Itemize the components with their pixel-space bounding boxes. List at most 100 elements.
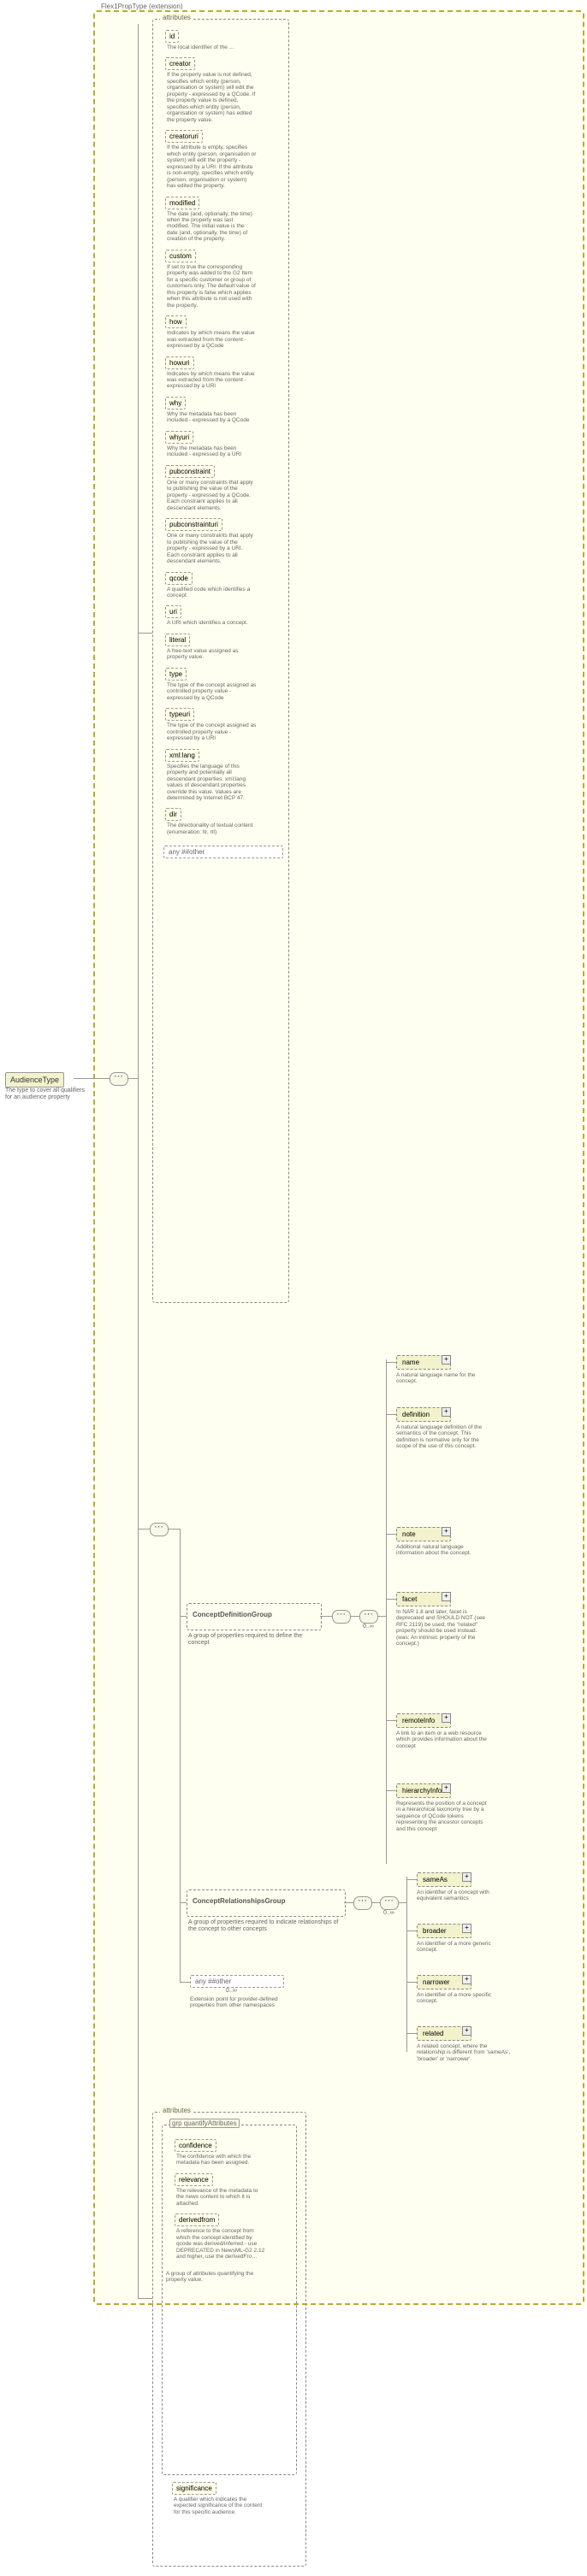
attr-pubconstrainturi: pubconstrainturi xyxy=(165,518,222,531)
attr-derivedfrom: derivedfrom xyxy=(175,2213,219,2226)
attributes-title: attributes xyxy=(160,14,193,21)
attr-desc: One or many constraints that apply to pu… xyxy=(163,480,260,516)
attr-desc: A URI which identifies a concept. xyxy=(163,620,260,631)
attr-id: id xyxy=(165,30,179,43)
attr-relevance: relevance xyxy=(175,2173,213,2186)
expand-icon[interactable]: + xyxy=(442,1355,451,1365)
attr-custom: custom xyxy=(165,250,196,262)
root-desc: The type to cover all qualifiers for an … xyxy=(5,1088,91,1102)
occurrence: 0..∞ xyxy=(383,1910,394,1916)
concept-def-group-desc: A group of properties required to define… xyxy=(188,1633,317,1648)
quantify-grp-desc: A group of attributes quantifying the pr… xyxy=(163,2267,259,2289)
occurrence: 0..∞ xyxy=(363,1624,374,1630)
attr-desc: If the property value is not defined, sp… xyxy=(163,72,260,128)
connector-line xyxy=(386,1790,396,1791)
attr-desc: The type of the concept assigned as cont… xyxy=(163,722,260,746)
expand-icon[interactable]: + xyxy=(442,1783,451,1793)
connector-line xyxy=(127,1078,138,1079)
ext-point-desc: Extension point for provider-defined pro… xyxy=(190,1996,284,2009)
choice-connector xyxy=(380,1896,399,1910)
attr-howuri: howuri xyxy=(165,357,194,369)
element-desc: A related concept, where the relationshi… xyxy=(417,2043,511,2062)
expand-icon[interactable]: + xyxy=(442,1713,451,1723)
attr-significance-desc: A qualifier which indicates the expected… xyxy=(170,2496,267,2520)
concept-rel-group-title: ConceptRelationshipsGroup xyxy=(187,1890,345,1912)
sequence-connector xyxy=(353,1896,372,1910)
connector-line xyxy=(406,1982,417,1983)
attr-desc: Why the metadata has been included - exp… xyxy=(163,445,260,463)
expand-icon[interactable]: + xyxy=(442,1407,451,1417)
element-desc: Additional natural language information … xyxy=(396,1544,490,1557)
attr-desc: If the attribute is empty, specifies whi… xyxy=(163,144,260,194)
sequence-connector xyxy=(110,1072,128,1086)
concept-def-group-box: ConceptDefinitionGroup xyxy=(187,1603,322,1630)
connector-line xyxy=(138,2298,152,2299)
element-desc: A natural language name for the concept. xyxy=(396,1372,490,1385)
attr-desc: Indicates by which means the value was e… xyxy=(163,371,260,395)
attr-why: why xyxy=(165,397,186,410)
connector-line xyxy=(386,1414,396,1415)
element-facet: facet+ xyxy=(396,1592,451,1606)
connector-line xyxy=(74,1078,110,1079)
connector-line xyxy=(138,1529,151,1530)
element-desc: Represents the position of a concept in … xyxy=(396,1801,490,1832)
expand-icon[interactable]: + xyxy=(462,1872,471,1882)
sequence-connector xyxy=(332,1610,351,1624)
element-hierarchyInfo: hierarchyInfo+ xyxy=(396,1783,451,1798)
attr-desc: The relevance of the metadata to the new… xyxy=(173,2188,270,2212)
quantify-attributes-title: attributes xyxy=(160,2107,193,2114)
element-note: note+ xyxy=(396,1527,451,1541)
quantify-group-box: grp quantifyAttributes confidenceThe con… xyxy=(162,2125,297,2475)
connector-line xyxy=(386,1359,387,1864)
element-narrower: narrower+ xyxy=(417,1975,471,1989)
any-other-element: any ##other xyxy=(190,1975,284,1988)
attr-literal: literal xyxy=(165,634,190,646)
expand-icon[interactable]: + xyxy=(462,1975,471,1984)
attr-desc: A reference to the concept from which th… xyxy=(173,2228,270,2265)
connector-line xyxy=(398,1902,406,1903)
attr-desc: Why the metadata has been included - exp… xyxy=(163,411,260,429)
attr-modified: modified xyxy=(165,197,199,209)
attr-desc: Indicates by which means the value was e… xyxy=(163,330,260,354)
attr-desc: Specifies the language of this property … xyxy=(163,763,260,807)
connector-line xyxy=(386,1720,396,1721)
element-related: related+ xyxy=(417,2026,471,2041)
attr-significance: significance xyxy=(172,2482,216,2495)
attr-creator: creator xyxy=(165,57,195,70)
connector-line xyxy=(320,1616,332,1617)
expand-icon[interactable]: + xyxy=(442,1527,451,1536)
attr-desc: One or many constraints that apply to pu… xyxy=(163,533,260,569)
concept-rel-group-box: ConceptRelationshipsGroup xyxy=(187,1889,346,1917)
attr-desc: The date (and, optionally, the time) whe… xyxy=(163,211,260,248)
attr-dir: dir xyxy=(165,808,181,821)
element-sameAs: sameAs+ xyxy=(417,1872,471,1887)
attr-desc: A free-text value assigned as property v… xyxy=(163,648,260,666)
attr-pubconstraint: pubconstraint xyxy=(165,465,215,478)
attr-whyuri: whyuri xyxy=(165,431,193,444)
root-type: AudienceType xyxy=(5,1072,64,1088)
attr-desc: The directionality of textual content (e… xyxy=(163,822,260,840)
occurrence: 0..∞ xyxy=(226,1988,320,1994)
attr-desc: A qualified code which identifies a conc… xyxy=(163,587,260,604)
element-desc: A natural language definition of the sem… xyxy=(396,1424,490,1450)
connector-line xyxy=(406,1877,407,2052)
attr-qcode: qcode xyxy=(165,572,193,585)
attr-confidence: confidence xyxy=(175,2139,216,2152)
connector-line xyxy=(386,1599,396,1600)
choice-connector xyxy=(359,1610,378,1624)
connector-line xyxy=(138,633,152,634)
concept-rel-group-desc: A group of properties required to indica… xyxy=(188,1919,342,1934)
connector-line xyxy=(138,24,139,2298)
expand-icon[interactable]: + xyxy=(462,1924,471,1933)
concept-def-group-title: ConceptDefinitionGroup xyxy=(187,1604,321,1625)
connector-line xyxy=(386,1534,396,1535)
attr-typeuri: typeuri xyxy=(165,708,194,721)
attributes-panel: attributes idThe local identifier of the… xyxy=(152,19,289,1303)
quantify-grp-label: grp quantifyAttributes xyxy=(169,2119,240,2127)
attr-type: type xyxy=(165,668,187,681)
expand-icon[interactable]: + xyxy=(462,2026,471,2036)
attr-desc: The type of the concept assigned as cont… xyxy=(163,682,260,706)
expand-icon[interactable]: + xyxy=(442,1592,451,1601)
element-definition: definition+ xyxy=(396,1407,451,1422)
quantify-attributes-panel: attributes grp quantifyAttributes confid… xyxy=(152,2112,306,2567)
